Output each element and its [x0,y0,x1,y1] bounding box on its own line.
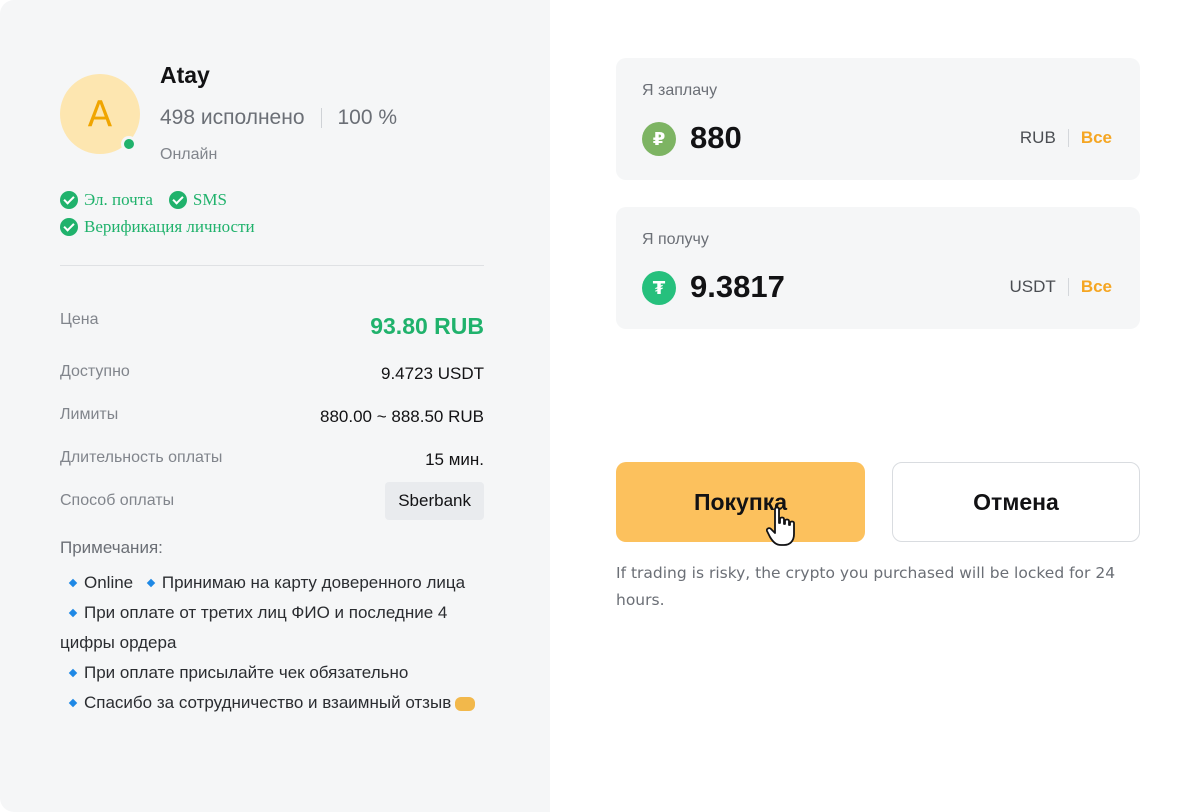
limits-value: 880.00 ~ 888.50 RUB [320,407,484,426]
available-label: Доступно [60,363,130,380]
pay-amount-input[interactable]: 880 [690,120,742,156]
merchant-stats: 498 исполнено 100 % [160,106,397,130]
usdt-coin-icon: ₮ [642,271,676,305]
buy-button[interactable]: Покупка [616,462,865,542]
cancel-button[interactable]: Отмена [892,462,1140,542]
handshake-icon [455,696,476,711]
note-item: Online [84,573,134,592]
completion-rate: 100 % [337,106,398,129]
verification-label: Эл. почта [84,190,153,209]
note-item: Спасибо за сотрудничество и взаимный отз… [84,693,452,712]
note-item: При оплате от третих лиц ФИО и последние… [60,603,448,652]
verification-row: Эл. почта SMS [60,190,243,210]
duration-label: Длительность оплаты [60,449,223,466]
suffix-divider [1067,278,1069,296]
pay-max-button[interactable]: Все [1081,128,1112,148]
merchant-notes: Online Принимаю на карту доверенного лиц… [60,568,490,718]
usdt-symbol: ₮ [652,277,666,299]
diamond-icon [68,668,78,677]
verification-sms: SMS [168,190,227,210]
notes-title: Примечания: [60,538,163,557]
diamond-icon [68,608,78,617]
receive-max-button[interactable]: Все [1081,277,1112,297]
rub-symbol: ₽ [652,128,666,150]
verification-email: Эл. почта [60,190,153,210]
duration-value: 15 мин. [425,450,484,469]
note-item: Принимаю на карту доверенного лица [161,573,466,592]
stats-divider [320,108,322,128]
pay-amount-field[interactable]: Я заплачу ₽ 880 RUB Все [616,58,1140,180]
price-value: 93.80 RUB [370,313,484,339]
receive-label: Я получу [642,231,709,248]
risk-notice: If trading is risky, the crypto you purc… [616,564,1116,609]
check-circle-icon [168,191,187,209]
receive-currency: USDT [1009,277,1056,296]
available-value: 9.4723 USDT [381,364,484,383]
orders-completed: 498 исполнено [160,106,305,129]
pay-field-suffix: RUB Все [1020,128,1112,148]
merchant-status: Онлайн [160,146,218,163]
avatar-letter: A [87,93,113,135]
order-form: Я заплачу ₽ 880 RUB Все Я получу ₮ 9.381… [550,0,1200,812]
note-item: При оплате присылайте чек обязательно [84,663,409,682]
payment-method-chip: Sberbank [385,482,484,520]
diamond-icon [68,698,78,707]
diamond-icon [68,578,78,587]
hand-pointer-cursor-icon [766,506,795,546]
suffix-divider [1067,129,1069,147]
pay-label: Я заплачу [642,82,718,99]
check-circle-icon [60,191,78,209]
divider [60,265,484,266]
receive-amount-input[interactable]: 9.3817 [690,269,785,305]
p2p-order-modal: A Atay 498 исполнено 100 % Онлайн Эл. по… [0,0,1200,812]
diamond-icon [146,578,156,587]
limits-label: Лимиты [60,406,119,423]
price-label: Цена [60,311,99,328]
merchant-name[interactable]: Atay [160,62,210,89]
receive-amount-field[interactable]: Я получу ₮ 9.3817 USDT Все [616,207,1140,329]
verification-identity: Верификация личности [60,217,255,237]
merchant-panel: A Atay 498 исполнено 100 % Онлайн Эл. по… [0,0,550,812]
payment-method-label: Способ оплаты [60,492,175,509]
check-circle-icon [60,218,78,236]
receive-field-suffix: USDT Все [1010,277,1112,297]
pay-currency: RUB [1019,128,1056,147]
rub-coin-icon: ₽ [642,122,676,156]
verification-label: Верификация личности [84,217,255,236]
verification-row: Верификация личности [60,217,271,237]
verification-label: SMS [192,190,227,209]
online-status-dot [121,136,137,152]
